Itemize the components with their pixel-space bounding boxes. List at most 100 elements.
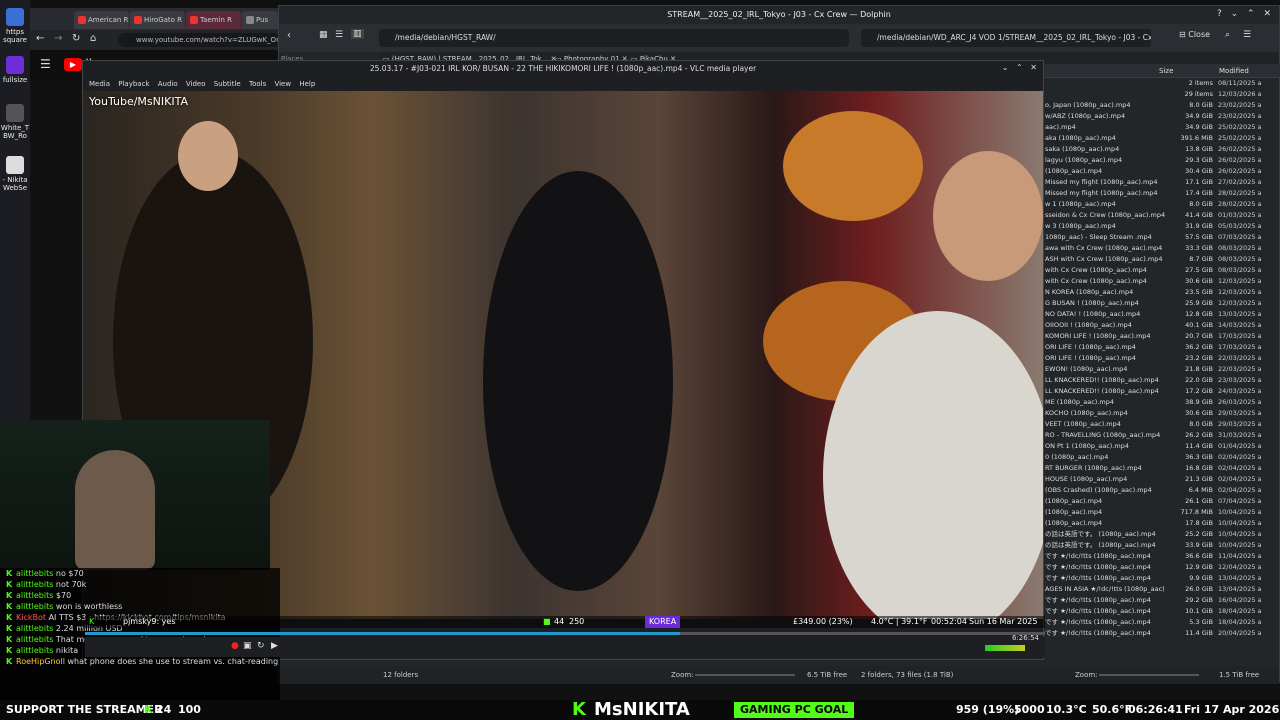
forward-icon[interactable]: →: [54, 33, 62, 44]
file-row[interactable]: EWON! (1080p_aac).mp4 21.8 GiB 22/03/2025 …: [1041, 364, 1280, 375]
desktop-item[interactable]: - Nikita WebSe: [0, 156, 30, 192]
file-row[interactable]: w 3 (1080p_aac).mp4 31.9 GiB 05/03/2025 a: [1041, 221, 1280, 232]
file-row[interactable]: です ★/!dc/!tts (1080p_aac).mp4 10.1 GiB 18/…: [1041, 606, 1280, 617]
file-row[interactable]: です ★/!dc/!tts (1080p_aac).mp4 36.6 GiB 11/…: [1041, 551, 1280, 562]
file-row[interactable]: 1080p_aac) - Sleep Stream .mp4 57.5 GiB 07…: [1041, 232, 1280, 243]
file-row[interactable]: NO DATA! ! (1080p_aac).mp4 12.8 GiB 13/03/…: [1041, 309, 1280, 320]
volume-slider[interactable]: [985, 645, 1025, 651]
file-row[interactable]: LL KNACKERED!! (1080p_aac).mp4 17.2 GiB 24…: [1041, 386, 1280, 397]
file-row[interactable]: o, Japan (1080p_aac).mp4 8.0 GiB 23/02/202…: [1041, 100, 1280, 111]
file-row[interactable]: KOCHO (1080p_aac).mp4 30.6 GiB 29/03/2025 …: [1041, 408, 1280, 419]
url-input[interactable]: www.youtube.com/watch?v=ZLUGwK_OnIs: [118, 33, 280, 47]
file-row[interactable]: with Cx Crew (1080p_aac).mp4 30.6 GiB 12/0…: [1041, 276, 1280, 287]
menu-view[interactable]: View: [274, 77, 291, 91]
col-size[interactable]: Size: [1159, 64, 1173, 78]
file-row[interactable]: VEET (1080p_aac).mp4 8.0 GiB 29/03/2025 a: [1041, 419, 1280, 430]
back-icon[interactable]: ‹: [287, 30, 291, 41]
file-row[interactable]: lagyu (1080p_aac).mp4 29.3 GiB 26/02/2025 …: [1041, 155, 1280, 166]
split-view-icon[interactable]: ▥: [351, 29, 364, 39]
file-row[interactable]: です ★/!dc/!tts (1080p_aac).mp4 11.4 GiB 20/…: [1041, 628, 1280, 639]
browser-tab[interactable]: American R: [74, 11, 129, 29]
close-split-button[interactable]: ⊟ Close: [1179, 30, 1210, 39]
hamburger-icon[interactable]: ☰: [1243, 30, 1251, 40]
snapshot-icon[interactable]: ▣: [243, 641, 252, 651]
file-row[interactable]: AGES IN ASIA ★/!dc/!tts (1080p_aac).mp4 2…: [1041, 584, 1280, 595]
file-row[interactable]: です ★/!dc/!tts (1080p_aac).mp4 12.9 GiB 12/…: [1041, 562, 1280, 573]
file-row[interactable]: OIIOOII ! (1080p_aac).mp4 40.1 GiB 14/03/2…: [1041, 320, 1280, 331]
menu-playback[interactable]: Playback: [118, 77, 149, 91]
menu-audio[interactable]: Audio: [158, 77, 178, 91]
file-row[interactable]: の話は英語です。 (1080p_aac).mp4 25.2 GiB 10/04/20…: [1041, 529, 1280, 540]
left-path-bar[interactable]: /media/debian/HGST_RAW/: [379, 29, 849, 47]
file-row[interactable]: RO - TRAVELLING (1080p_aac).mp4 26.2 GiB 3…: [1041, 430, 1280, 441]
close-icon[interactable]: ✕: [1263, 9, 1271, 19]
home-icon[interactable]: ⌂: [90, 33, 96, 44]
zoom-slider-right[interactable]: [1099, 674, 1199, 676]
file-row[interactable]: ORI LIFE ! (1080p_aac).mp4 23.2 GiB 22/03/…: [1041, 353, 1280, 364]
file-row[interactable]: です ★/!dc/!tts (1080p_aac).mp4 29.2 GiB 16/…: [1041, 595, 1280, 606]
browser-tab-active[interactable]: Taemin R: [186, 11, 241, 29]
desktop-item[interactable]: White_T BW_Ro: [0, 104, 30, 140]
view-icons-icon[interactable]: ▦: [319, 30, 328, 40]
file-row[interactable]: 29 items 12/03/2026 a: [1041, 89, 1280, 100]
file-row[interactable]: KOMORI LIFE ! (1080p_aac).mp4 20.7 GiB 17/…: [1041, 331, 1280, 342]
file-row[interactable]: Missed my flight (1080p_aac).mp4 17.4 GiB…: [1041, 188, 1280, 199]
file-row[interactable]: ORI LIFE ! (1080p_aac).mp4 36.2 GiB 17/03/…: [1041, 342, 1280, 353]
file-row[interactable]: RT BURGER (1080p_aac).mp4 16.8 GiB 02/04/2…: [1041, 463, 1280, 474]
zoom-slider[interactable]: [695, 674, 795, 676]
maximize-icon[interactable]: ⌃: [1016, 63, 1023, 72]
file-row[interactable]: ME (1080p_aac).mp4 38.9 GiB 26/03/2025 a: [1041, 397, 1280, 408]
right-path-bar[interactable]: /media/debian/WD_ARC_J4 VOD 1/STREAM__20…: [861, 29, 1151, 47]
file-row[interactable]: ON Pt 1 (1080p_aac).mp4 11.4 GiB 01/04/202…: [1041, 441, 1280, 452]
file-row[interactable]: aac).mp4 34.9 GiB 25/02/2025 a: [1041, 122, 1280, 133]
file-row[interactable]: (1080p_aac).mp4 17.8 GiB 10/04/2025 a: [1041, 518, 1280, 529]
help-icon[interactable]: ?: [1217, 9, 1222, 19]
file-row[interactable]: LL KNACKERED!! (1080p_aac).mp4 22.0 GiB 23…: [1041, 375, 1280, 386]
file-row[interactable]: w/ABZ (1080p_aac).mp4 34.9 GiB 23/02/2025 …: [1041, 111, 1280, 122]
file-row[interactable]: sseidon & Cx Crew (1080p_aac).mp4 41.4 Gi…: [1041, 210, 1280, 221]
file-row[interactable]: Missed my flight (1080p_aac).mp4 17.1 GiB…: [1041, 177, 1280, 188]
minimize-icon[interactable]: ⌄: [1231, 9, 1239, 19]
file-row[interactable]: G BUSAN ! (1080p_aac).mp4 25.9 GiB 12/03/2…: [1041, 298, 1280, 309]
file-row[interactable]: です ★/!dc/!tts (1080p_aac).mp4 9.9 GiB 13/0…: [1041, 573, 1280, 584]
menu-video[interactable]: Video: [186, 77, 206, 91]
back-icon[interactable]: ←: [36, 33, 44, 44]
file-row[interactable]: with Cx Crew (1080p_aac).mp4 27.5 GiB 08/0…: [1041, 265, 1280, 276]
browser-tab[interactable]: Pus: [242, 11, 278, 29]
browser-tab[interactable]: HiroGato R: [130, 11, 185, 29]
menu-tools[interactable]: Tools: [249, 77, 266, 91]
file-row[interactable]: saka (1080p_aac).mp4 13.8 GiB 26/02/2025 a: [1041, 144, 1280, 155]
menu-subtitle[interactable]: Subtitle: [214, 77, 241, 91]
file-row[interactable]: 2 items 08/11/2025 a: [1041, 78, 1280, 89]
frame-step-icon[interactable]: ▶: [271, 641, 278, 651]
file-row[interactable]: 0 (1080p_aac).mp4 36.3 GiB 02/04/2025 a: [1041, 452, 1280, 463]
menu-help[interactable]: Help: [299, 77, 315, 91]
file-size: 36.3 GiB: [1185, 453, 1213, 461]
file-row[interactable]: (OBS Crashed) (1080p_aac).mp4 6.4 MiB 02/0…: [1041, 485, 1280, 496]
desktop-item[interactable]: https square: [0, 8, 30, 44]
file-row[interactable]: です ★/!dc/!tts (1080p_aac).mp4 5.3 GiB 18/0…: [1041, 617, 1280, 628]
view-details-icon[interactable]: ☰: [335, 30, 343, 40]
file-row[interactable]: の話は英語です。 (1080p_aac).mp4 33.9 GiB 10/04/20…: [1041, 540, 1280, 551]
reload-icon[interactable]: ↻: [72, 33, 80, 44]
file-row[interactable]: w 1 (1080p_aac).mp4 8.0 GiB 28/02/2025 a: [1041, 199, 1280, 210]
file-row[interactable]: (1080p_aac).mp4 30.4 GiB 26/02/2025 a: [1041, 166, 1280, 177]
file-row[interactable]: awa with Cx Crew (1080p_aac).mp4 33.3 GiB…: [1041, 243, 1280, 254]
file-row[interactable]: aka (1080p_aac).mp4 391.6 MiB 25/02/2025 a: [1041, 133, 1280, 144]
youtube-logo-icon[interactable]: ▶: [64, 58, 82, 71]
file-row[interactable]: HOUSE (1080p_aac).mp4 21.3 GiB 02/04/2025 …: [1041, 474, 1280, 485]
search-icon[interactable]: ⌕: [1225, 30, 1230, 40]
menu-media[interactable]: Media: [89, 77, 110, 91]
minimize-icon[interactable]: ⌄: [1002, 63, 1009, 72]
file-row[interactable]: N KOREA (1080p_aac).mp4 23.5 GiB 12/03/202…: [1041, 287, 1280, 298]
menu-icon[interactable]: ☰: [40, 57, 51, 71]
desktop-item[interactable]: fullsize: [0, 56, 30, 84]
col-modified[interactable]: Modified: [1219, 64, 1249, 78]
maximize-icon[interactable]: ⌃: [1247, 9, 1255, 19]
file-row[interactable]: (1080p_aac).mp4 717.8 MiB 10/04/2025 a: [1041, 507, 1280, 518]
file-row[interactable]: (1080p_aac).mp4 26.1 GiB 07/04/2025 a: [1041, 496, 1280, 507]
record-icon[interactable]: ●: [231, 641, 239, 651]
loop-icon[interactable]: ↻: [257, 641, 265, 651]
close-icon[interactable]: ✕: [1030, 63, 1037, 72]
file-row[interactable]: ASH with Cx Crew (1080p_aac).mp4 8.7 GiB 0…: [1041, 254, 1280, 265]
